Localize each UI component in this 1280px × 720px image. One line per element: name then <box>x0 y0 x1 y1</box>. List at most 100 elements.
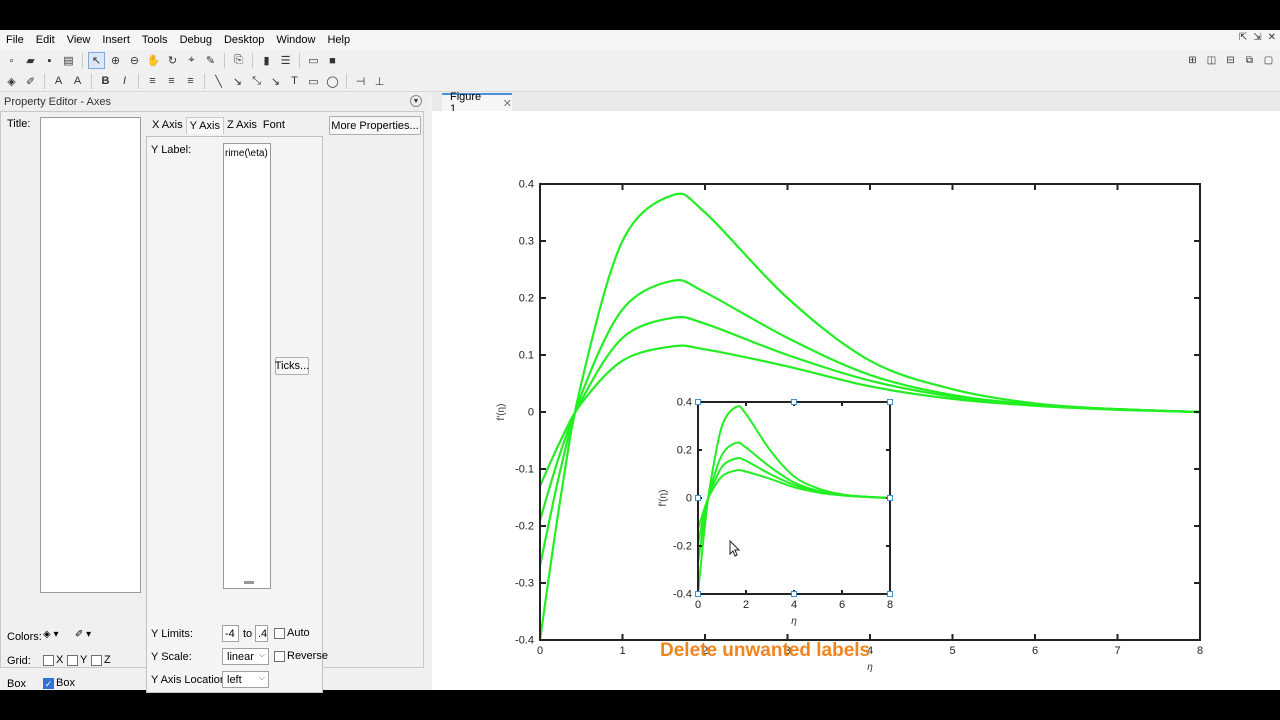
ylim-min-input[interactable]: -4 <box>222 625 239 642</box>
axis-tabs: X Axis Y Axis Z Axis Font <box>149 117 288 134</box>
arrow-icon[interactable]: ↘ <box>229 73 246 90</box>
bold-icon[interactable]: B <box>97 73 114 90</box>
align-right-icon[interactable]: ≡ <box>182 73 199 90</box>
tab-y-axis[interactable]: Y Axis <box>185 117 224 134</box>
auto-check-box[interactable] <box>274 627 285 639</box>
pin-icon[interactable]: ⊣ <box>352 73 369 90</box>
auto-checkbox[interactable]: Auto <box>274 627 310 639</box>
open-icon[interactable]: ▰ <box>22 52 39 69</box>
menu-file[interactable]: File <box>0 30 30 50</box>
align-distribute-icon[interactable]: ⊥ <box>371 73 388 90</box>
brush-icon[interactable]: ✎ <box>202 52 219 69</box>
hide-tools-icon[interactable]: ▭ <box>305 52 322 69</box>
reverse-checkbox[interactable]: Reverse <box>274 650 328 662</box>
line-icon[interactable]: ╲ <box>210 73 227 90</box>
ylim-max-input[interactable]: .4 <box>255 625 268 642</box>
chevron-down-icon: ⌵ <box>258 650 265 659</box>
rectangle-icon[interactable]: ▭ <box>305 73 322 90</box>
grid-z-check-box[interactable] <box>91 654 102 666</box>
collapse-icon[interactable]: ▼ <box>410 95 422 107</box>
caption-text: Delete unwanted labels <box>660 640 871 661</box>
float-icon[interactable]: ⧉ <box>1242 53 1257 68</box>
ellipse-icon[interactable]: ◯ <box>324 73 341 90</box>
yscale-select[interactable]: linear ⌵ <box>222 648 269 665</box>
title-input[interactable] <box>40 117 141 593</box>
tab-figure-1[interactable]: Figure 1 ✕ <box>442 91 512 115</box>
main-axes-y-tick-label: 0.3 <box>519 236 534 248</box>
new-figure-icon[interactable]: ▫ <box>3 52 20 69</box>
grid-y-checkbox[interactable]: Y <box>67 654 87 666</box>
menu-debug[interactable]: Debug <box>174 30 218 50</box>
ylabel-value: rime(\eta) <box>225 148 268 159</box>
ticks-button[interactable]: Ticks... <box>275 357 309 375</box>
print-icon[interactable]: ▤ <box>60 52 77 69</box>
menu-view[interactable]: View <box>61 30 97 50</box>
inset-axes-y-tick-label: 0 <box>686 493 692 505</box>
menu-desktop[interactable]: Desktop <box>218 30 270 50</box>
inset-axes-selection-handle <box>695 495 701 501</box>
menu-bar: File Edit View Insert Tools Debug Desktop Windo… <box>0 30 1280 50</box>
text-arrow-icon[interactable]: ↘ <box>267 73 284 90</box>
tab-x-axis[interactable]: X Axis <box>149 117 186 134</box>
scroll-grip[interactable] <box>244 581 254 584</box>
select-pointer-icon[interactable]: ↖ <box>88 52 105 69</box>
maximize-icon[interactable]: ▢ <box>1261 53 1276 68</box>
box-check-box[interactable]: ✓ <box>43 677 54 689</box>
menu-tools[interactable]: Tools <box>136 30 174 50</box>
menu-edit[interactable]: Edit <box>30 30 61 50</box>
yaxis-location-select[interactable]: left ⌵ <box>222 671 269 688</box>
main-axes-y-tick-label: 0 <box>528 407 534 419</box>
align-left-icon[interactable]: ≡ <box>144 73 161 90</box>
font-color-icon[interactable]: A <box>50 73 67 90</box>
more-properties-button[interactable]: More Properties... <box>329 116 421 135</box>
menu-help[interactable]: Help <box>321 30 356 50</box>
grid-x-check-box[interactable] <box>43 654 54 666</box>
link-icon[interactable]: ⎘ <box>230 52 247 69</box>
reverse-label: Reverse <box>287 650 328 662</box>
zoom-in-icon[interactable]: ⊕ <box>107 52 124 69</box>
tile-columns-icon[interactable]: ◫ <box>1204 53 1219 68</box>
tab-z-axis[interactable]: Z Axis <box>224 117 260 134</box>
grid-z-checkbox[interactable]: Z <box>91 654 111 666</box>
zoom-out-icon[interactable]: ⊖ <box>126 52 143 69</box>
toolbar-separator <box>252 53 253 68</box>
inset-axes-x-axis-label: η <box>791 616 797 627</box>
pan-icon[interactable]: ✋ <box>145 52 162 69</box>
show-tools-icon[interactable]: ■ <box>324 52 341 69</box>
inset-axes-y-tick-label: -0.4 <box>673 589 692 601</box>
close-window-icon[interactable]: ✕ <box>1268 32 1276 43</box>
edge-color-picker[interactable]: ✐ ▾ <box>75 629 91 640</box>
yscale-value: linear <box>227 650 254 663</box>
undock-icon[interactable]: ⇱ <box>1239 32 1247 43</box>
rotate-icon[interactable]: ↻ <box>164 52 181 69</box>
ylabel-input[interactable]: rime(\eta) <box>223 143 271 589</box>
data-cursor-icon[interactable]: ⌖ <box>183 52 200 69</box>
font-icon[interactable]: A <box>69 73 86 90</box>
align-center-icon[interactable]: ≡ <box>163 73 180 90</box>
double-arrow-icon[interactable]: ⤡ <box>248 73 265 90</box>
grid-y-check-box[interactable] <box>67 654 78 666</box>
inset-axes-y-axis-label: f′(η) <box>658 490 669 507</box>
textbox-icon[interactable]: T <box>286 73 303 90</box>
inset-axes-y-tick-label: -0.2 <box>673 541 692 553</box>
tab-font[interactable]: Font <box>260 117 288 134</box>
auto-label: Auto <box>287 627 310 639</box>
legend-icon[interactable]: ☰ <box>277 52 294 69</box>
colorbar-icon[interactable]: ▮ <box>258 52 275 69</box>
italic-icon[interactable]: I <box>116 73 133 90</box>
inset-axes-x-tick-label: 0 <box>695 599 701 611</box>
face-color-picker[interactable]: ◈ ▾ <box>43 629 59 640</box>
pin-icon[interactable]: ⇲ <box>1253 32 1261 43</box>
line-color-icon[interactable]: ✐ <box>22 73 39 90</box>
box-checkbox[interactable]: ✓ Box <box>43 677 75 689</box>
close-tab-icon[interactable]: ✕ <box>503 97 512 110</box>
menu-insert[interactable]: Insert <box>96 30 136 50</box>
tile-rows-icon[interactable]: ⊟ <box>1223 53 1238 68</box>
save-icon[interactable]: ▪ <box>41 52 58 69</box>
grid-x-checkbox[interactable]: X <box>43 654 63 666</box>
fill-color-icon[interactable]: ◈ <box>3 73 20 90</box>
reverse-check-box[interactable] <box>274 650 285 662</box>
tile-grid-icon[interactable]: ⊞ <box>1185 53 1200 68</box>
inset-axes-x-tick-label: 6 <box>839 599 845 611</box>
menu-window[interactable]: Window <box>270 30 321 50</box>
